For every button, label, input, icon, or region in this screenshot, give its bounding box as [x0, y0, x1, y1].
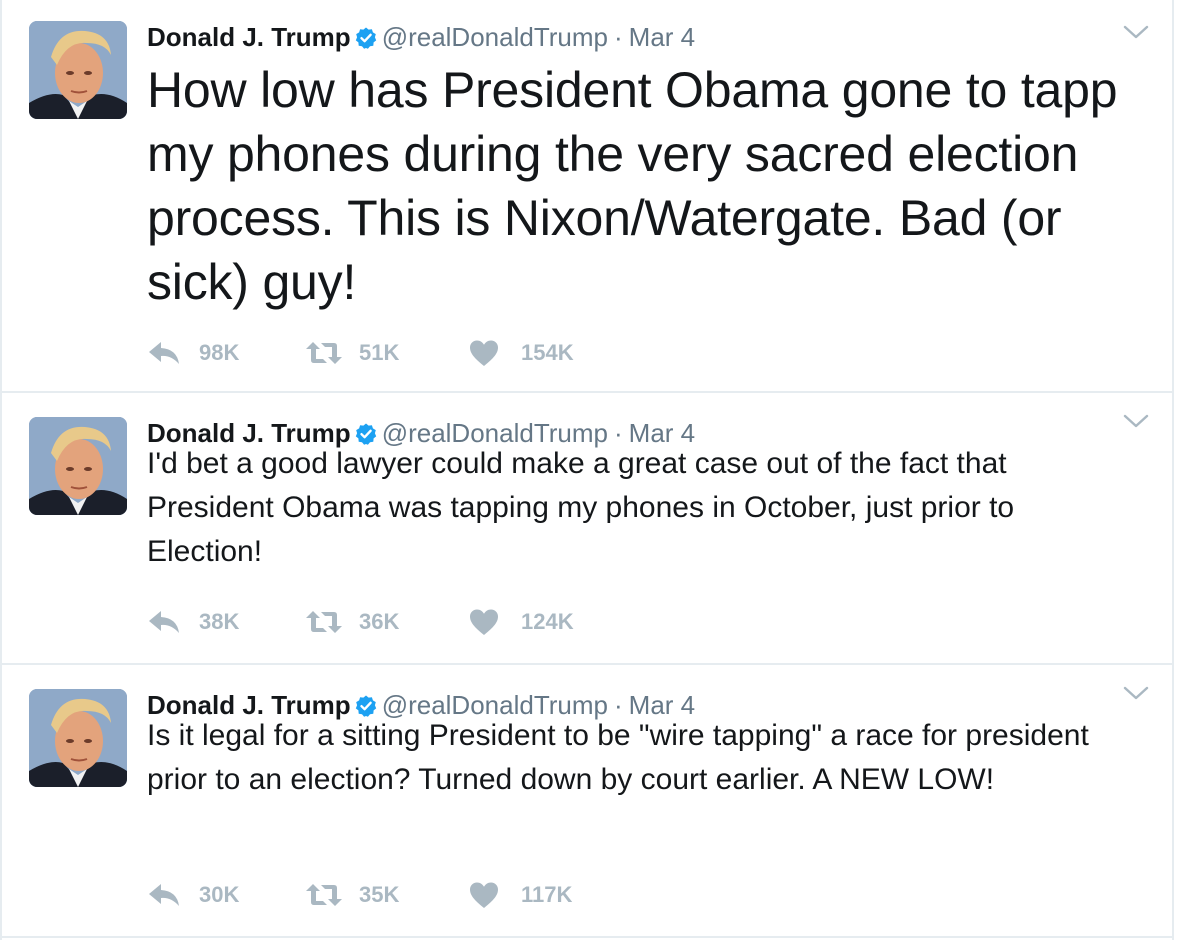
reply-button[interactable]: 38K	[147, 609, 305, 635]
tweet-item[interactable]: Donald J. Trump @realDonaldTrump · Mar 4 Is…	[2, 665, 1172, 938]
like-count: 124K	[521, 609, 574, 634]
verified-badge-icon	[354, 26, 378, 56]
heart-icon	[470, 340, 498, 366]
like-count: 117K	[521, 882, 573, 907]
tweet-item[interactable]: Donald J. Trump @realDonaldTrump · Mar 4 I'…	[2, 393, 1172, 665]
like-button[interactable]: 117K	[469, 881, 629, 909]
tweet-timeline: Donald J. Trump @realDonaldTrump · Mar 4 Ho…	[0, 0, 1174, 940]
retweet-button[interactable]: 51K	[305, 340, 469, 366]
avatar[interactable]	[29, 21, 127, 119]
reply-icon	[149, 884, 179, 906]
reply-icon	[149, 342, 179, 364]
separator-dot: ·	[613, 22, 623, 52]
tweet-text: How low has President Obama gone to tapp…	[147, 62, 1132, 310]
retweet-button[interactable]: 36K	[305, 609, 469, 635]
retweet-count: 36K	[359, 609, 400, 634]
heart-icon	[470, 609, 498, 635]
reply-count: 30K	[199, 882, 240, 907]
reply-count: 98K	[199, 340, 240, 365]
tweet-header: Donald J. Trump @realDonaldTrump · Mar 4	[147, 22, 695, 56]
chevron-down-icon[interactable]	[1122, 683, 1150, 703]
retweet-button[interactable]: 35K	[305, 882, 469, 908]
like-button[interactable]: 124K	[469, 608, 629, 636]
reply-count: 38K	[199, 609, 240, 634]
avatar[interactable]	[29, 417, 127, 515]
retweet-count: 35K	[359, 882, 400, 907]
retweet-count: 51K	[359, 340, 400, 365]
reply-icon	[149, 611, 179, 633]
retweet-icon	[306, 611, 342, 633]
retweet-icon	[306, 884, 342, 906]
avatar-photo	[29, 21, 127, 119]
tweet-text: I'd bet a good lawyer could make a great…	[147, 447, 1023, 568]
reply-button[interactable]: 30K	[147, 882, 305, 908]
tweet-actions: 30K 35K 117K	[147, 877, 629, 913]
tweet-text: Is it legal for a sitting President to b…	[147, 719, 1098, 796]
chevron-down-icon[interactable]	[1122, 22, 1150, 42]
author-name[interactable]: Donald J. Trump	[147, 22, 351, 52]
retweet-icon	[306, 342, 342, 364]
tweet-item[interactable]: Donald J. Trump @realDonaldTrump · Mar 4 Ho…	[2, 0, 1172, 393]
like-button[interactable]: 154K	[469, 339, 629, 367]
tweet-actions: 38K 36K 124K	[147, 604, 629, 640]
tweet-date[interactable]: Mar 4	[629, 22, 695, 52]
heart-icon	[470, 882, 498, 908]
tweet-actions: 98K 51K 154K	[147, 335, 629, 371]
avatar-photo	[29, 417, 127, 515]
chevron-down-icon[interactable]	[1122, 411, 1150, 431]
reply-button[interactable]: 98K	[147, 340, 305, 366]
like-count: 154K	[521, 340, 574, 365]
author-handle[interactable]: @realDonaldTrump	[382, 22, 608, 52]
avatar[interactable]	[29, 689, 127, 787]
avatar-photo	[29, 689, 127, 787]
